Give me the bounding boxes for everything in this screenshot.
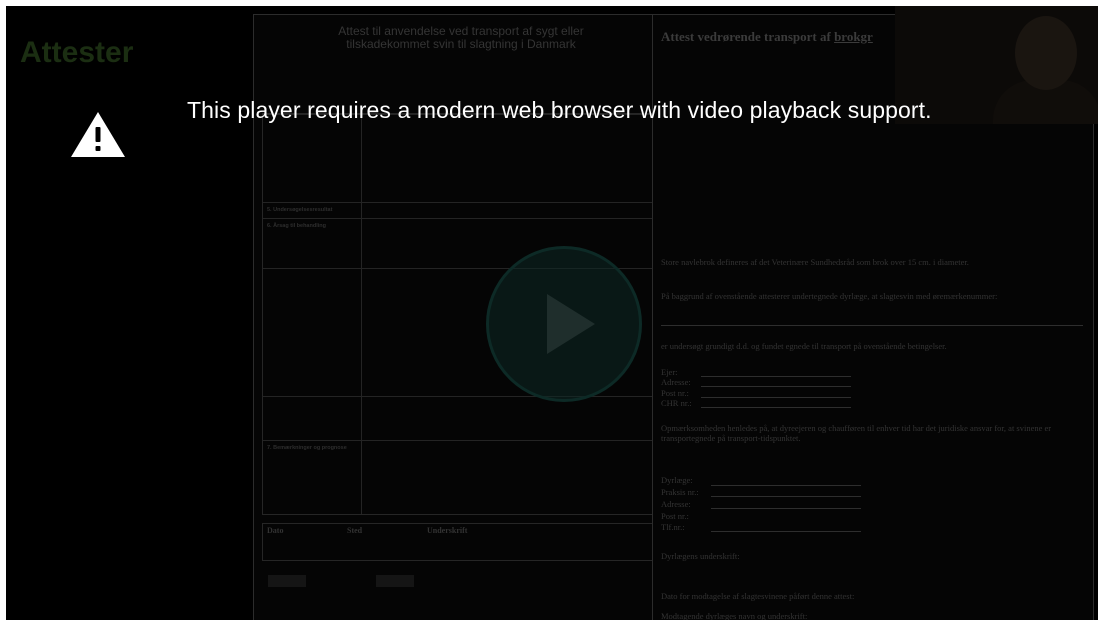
certificate-title-line2: tilskadekommet svin til slagtning i Danm… — [346, 37, 576, 51]
play-icon — [547, 294, 595, 354]
hernia-doc-title: Attest vedrørende transport af brokgr — [661, 29, 873, 44]
definition-paragraph: Store navlebrok defineres af det Veterin… — [661, 257, 969, 267]
section-5-label: 5. Undersøgelsesresultat — [267, 207, 333, 213]
postno2-label: Post nr.: — [661, 511, 689, 521]
form-button-1 — [268, 575, 306, 587]
signature-place-header: Sted — [347, 526, 363, 535]
video-player[interactable]: Attester Attest til anvendelse ved trans… — [6, 6, 1098, 620]
basis-paragraph: På baggrund af ovenstående attesterer un… — [661, 291, 998, 301]
signature-signature-header: Underskrift — [427, 526, 468, 535]
play-button[interactable] — [486, 246, 642, 402]
warning-icon — [71, 112, 125, 157]
certificate-title: Attest til anvendelse ved transport af s… — [254, 25, 668, 51]
date-received-label: Dato for modtagelse af slagtesvinene påf… — [661, 591, 855, 601]
form-button-2 — [376, 575, 414, 587]
player-error-message: This player requires a modern web browse… — [187, 97, 932, 123]
slide-title: Attester — [20, 36, 134, 69]
signature-date-header: Dato — [267, 526, 284, 535]
receiver-label: Modtagende dyrlæges navn og underskrift: — [661, 611, 808, 620]
vet-signature-label: Dyrlægens underskrift: — [661, 551, 740, 561]
section-6-label: 6. Årsag til behandling — [267, 223, 326, 229]
examined-paragraph: er undersøgt grundigt d.d. og fundet egn… — [661, 341, 947, 351]
section-7-label: 7. Bemærkninger og prognose — [267, 445, 347, 451]
attention-paragraph: Opmærksomheden henledes på, at dyreejere… — [661, 423, 1052, 443]
vet-label: Dyrlæge: — [661, 475, 693, 485]
signature-table: Dato Sted Underskrift — [262, 523, 660, 561]
